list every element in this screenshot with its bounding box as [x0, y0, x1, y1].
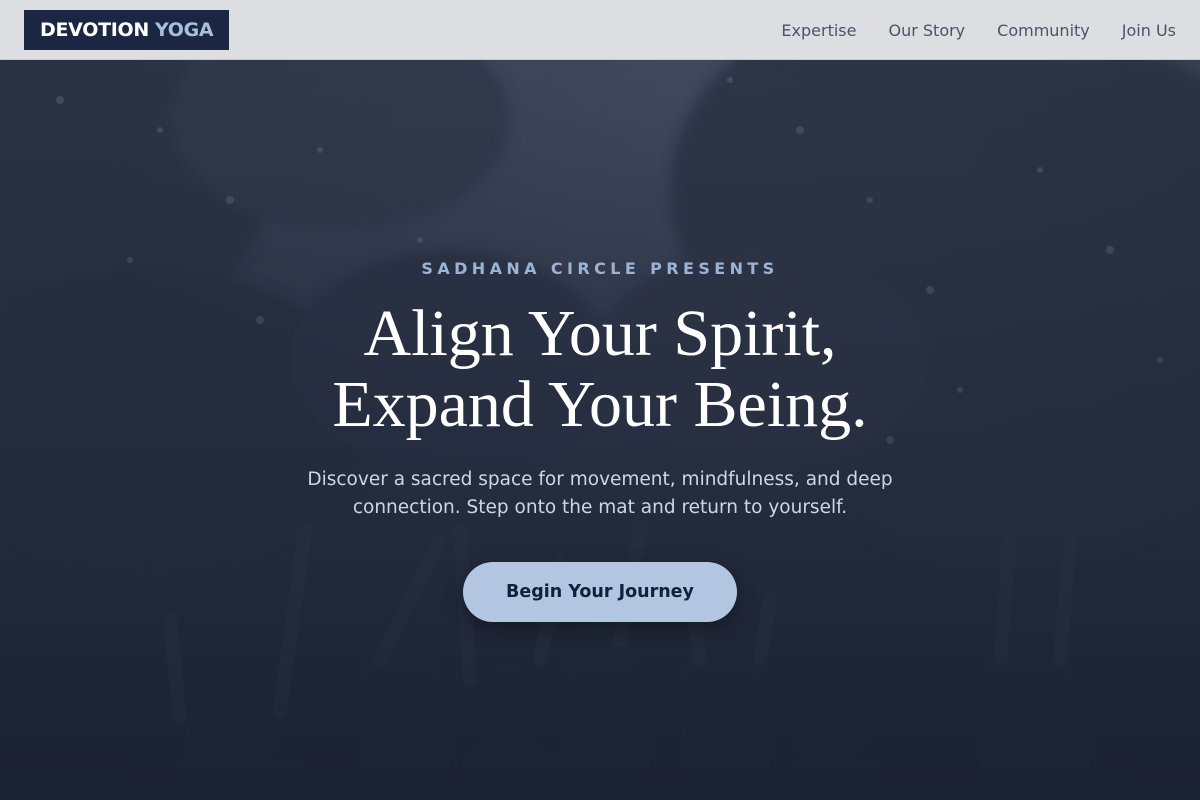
nav-link-expertise[interactable]: Expertise [781, 21, 856, 40]
hero-headline-line-2: Expand Your Being. [332, 368, 868, 441]
hero-headline-line-1: Align Your Spirit, [363, 297, 837, 370]
hero-subtext: Discover a sacred space for movement, mi… [307, 469, 893, 518]
site-header: DEVOTION YOGA Expertise Our Story Commun… [0, 0, 1200, 60]
main-nav: Expertise Our Story Community Join Us [781, 0, 1176, 60]
hero-eyebrow: SADHANA CIRCLE PRESENTS [421, 259, 779, 278]
hero-headline: Align Your Spirit, Expand Your Being. [0, 298, 1200, 440]
nav-link-community[interactable]: Community [997, 21, 1090, 40]
nav-link-join-us[interactable]: Join Us [1122, 21, 1176, 40]
nav-link-our-story[interactable]: Our Story [888, 21, 965, 40]
logo-word-accent: YOGA [154, 19, 214, 41]
brand-logo[interactable]: DEVOTION YOGA [24, 10, 230, 50]
logo-word-primary: DEVOTION [40, 19, 149, 41]
begin-journey-button[interactable]: Begin Your Journey [463, 562, 737, 622]
